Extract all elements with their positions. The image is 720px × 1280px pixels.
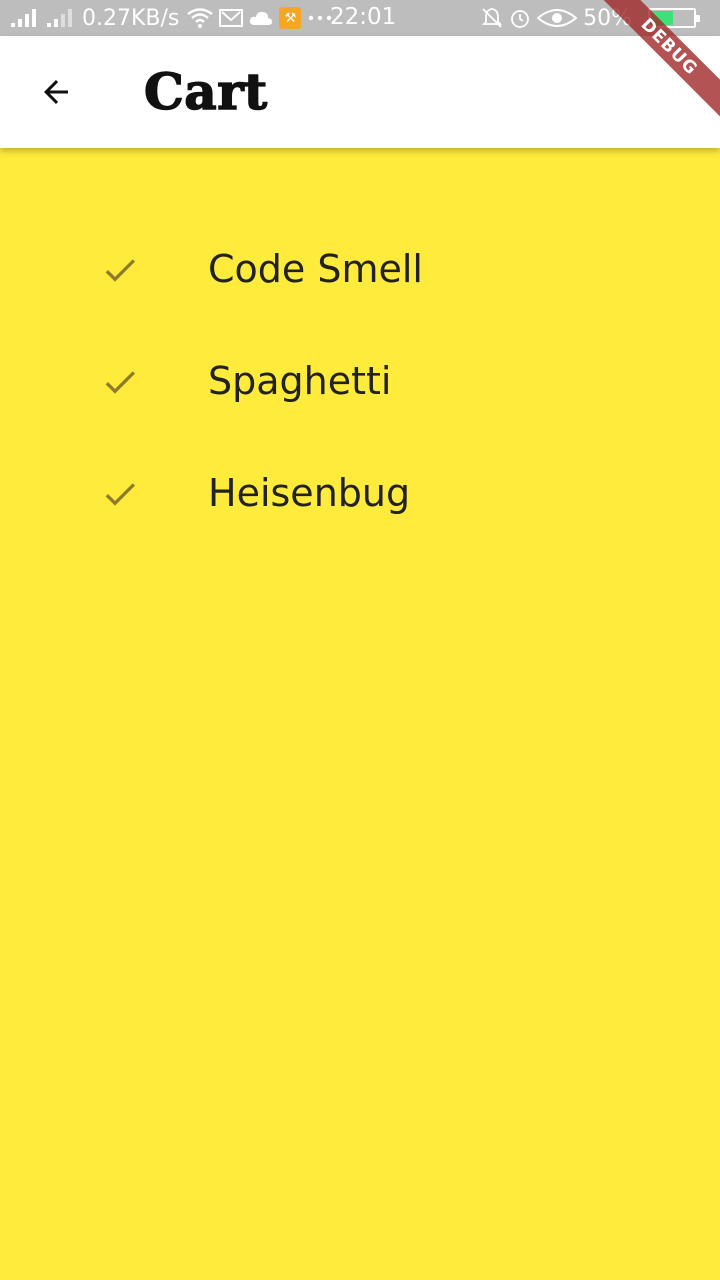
signal-icon [10, 8, 40, 28]
app-bar: Cart [0, 36, 720, 148]
status-clock: 22:01 [330, 4, 397, 30]
check-icon [105, 259, 135, 282]
cloud-icon [249, 9, 273, 27]
network-speed: 0.27KB/s [82, 5, 180, 31]
arrow-back-icon [44, 80, 68, 104]
status-bar-right: 50% [481, 6, 710, 31]
check-icon [105, 483, 135, 506]
signal-icon-secondary [46, 8, 76, 28]
cart-item-spaghetti[interactable]: Spaghetti [0, 326, 720, 438]
cart-list: Code Smell Spaghetti Heisenbug [0, 214, 720, 550]
notifications-off-icon [481, 7, 503, 29]
cart-item-heisenbug[interactable]: Heisenbug [0, 438, 720, 550]
cart-item-code-smell[interactable]: Code Smell [0, 214, 720, 326]
mail-icon [219, 8, 244, 28]
alarm-icon [509, 7, 531, 29]
cart-item-label: Spaghetti [208, 359, 392, 403]
cart-item-label: Code Smell [208, 247, 423, 291]
cart-item-label: Heisenbug [208, 471, 411, 515]
wifi-icon [187, 8, 214, 28]
check-icon [105, 371, 135, 394]
eye-icon [537, 8, 578, 28]
app-notification-icon: ⚒ [279, 7, 302, 29]
back-button[interactable] [24, 60, 88, 124]
status-bar-left: 0.27KB/s ⚒ [10, 6, 339, 31]
page-title: Cart [143, 61, 268, 122]
